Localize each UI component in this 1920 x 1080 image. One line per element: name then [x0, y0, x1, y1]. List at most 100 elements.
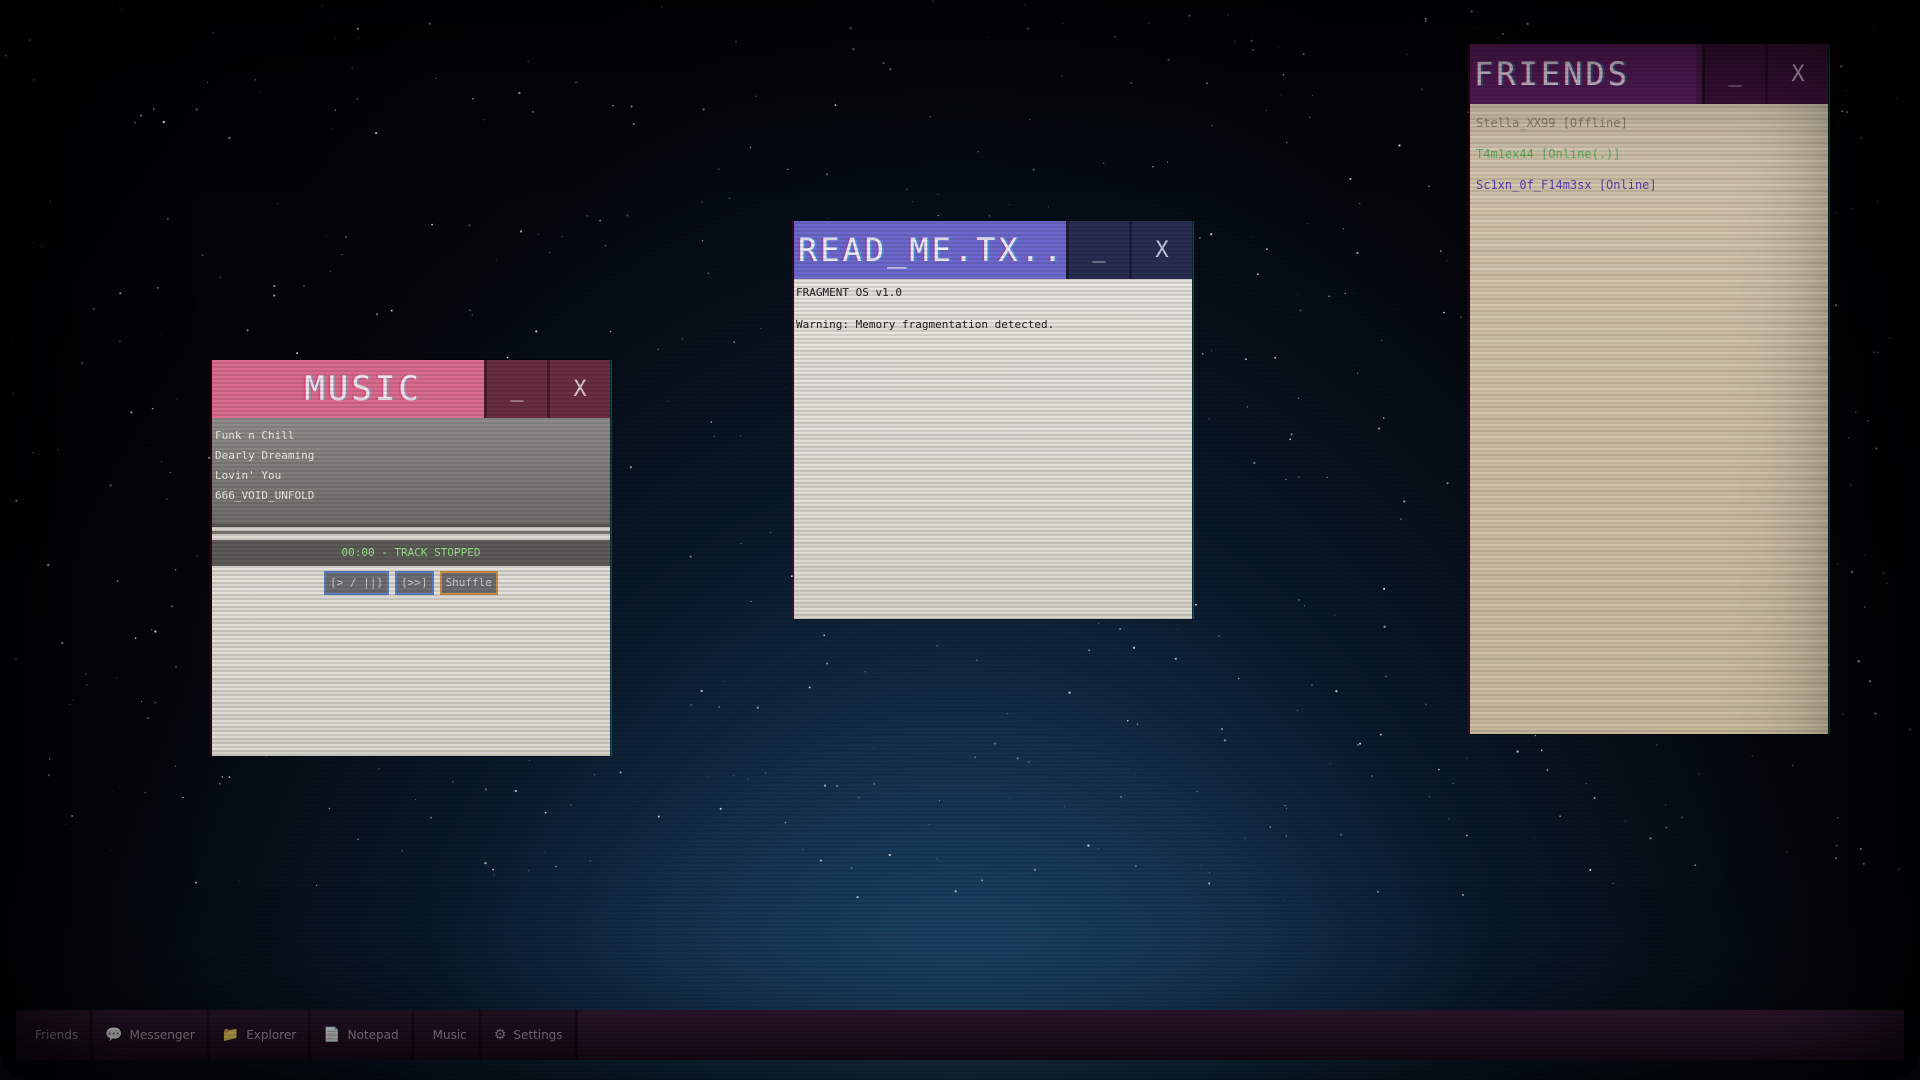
star: [1269, 826, 1272, 828]
star: [401, 849, 403, 852]
star: [72, 699, 74, 701]
friend-entry[interactable]: T4m1ex44 [Online(.)]: [1470, 143, 1828, 174]
star: [228, 136, 231, 140]
taskbar-item-label: Music: [432, 1028, 467, 1042]
star: [69, 703, 71, 705]
star: [1290, 433, 1293, 436]
star: [496, 259, 497, 260]
playback-status: 00:00 - TRACK STOPPED: [212, 540, 610, 566]
star: [1303, 369, 1305, 371]
playlist-track[interactable]: 666_VOID_UNFOLD: [212, 486, 610, 506]
star: [167, 218, 169, 220]
star: [1385, 675, 1387, 677]
star: [728, 197, 731, 200]
star: [415, 799, 417, 800]
star: [330, 128, 332, 130]
star: [1848, 437, 1850, 439]
star: [1237, 677, 1240, 680]
taskbar-item-music[interactable]: Music: [413, 1010, 482, 1060]
star: [555, 865, 557, 868]
star: [756, 706, 759, 709]
taskbar-item-messenger[interactable]: 💬 Messenger: [93, 1010, 210, 1060]
star: [375, 313, 379, 316]
star: [1680, 816, 1684, 819]
friend-entry[interactable]: Stella_XX99 [Offline]: [1470, 112, 1828, 143]
music-window: MUSIC _ X Funk n Chill Dearly Dreaming L…: [212, 360, 610, 756]
star: [929, 116, 932, 118]
star: [784, 821, 787, 824]
star: [81, 362, 83, 364]
star: [1698, 773, 1700, 775]
close-button[interactable]: X: [547, 360, 610, 418]
taskbar-item-friends[interactable]: Friends: [16, 1010, 94, 1060]
star: [1424, 17, 1427, 20]
star: [33, 79, 35, 81]
star: [1310, 684, 1313, 687]
taskbar-item-notepad[interactable]: 📄 Notepad: [311, 1010, 414, 1060]
star: [246, 329, 249, 331]
music-titlebar[interactable]: MUSIC _ X: [212, 360, 610, 418]
star: [144, 792, 146, 794]
star: [576, 81, 578, 83]
star: [1465, 265, 1467, 267]
star: [484, 788, 488, 791]
star: [15, 499, 18, 502]
friends-titlebar[interactable]: FRIENDS _ X: [1470, 44, 1828, 104]
star: [1874, 712, 1877, 715]
playlist-track[interactable]: Dearly Dreaming: [212, 446, 610, 466]
close-button[interactable]: X: [1129, 221, 1192, 279]
star: [121, 9, 124, 12]
readme-titlebar[interactable]: READ_ME.TX... _ X: [794, 221, 1192, 279]
star: [1862, 862, 1865, 865]
star: [431, 223, 433, 226]
next-track-button[interactable]: [>>]: [395, 571, 434, 595]
star: [802, 849, 804, 851]
star: [1132, 646, 1136, 649]
star: [81, 710, 82, 712]
star: [937, 214, 939, 217]
minimize-button[interactable]: _: [1066, 221, 1129, 279]
star: [1210, 233, 1213, 236]
playlist-track[interactable]: Lovin' You: [212, 466, 610, 486]
star: [856, 896, 859, 899]
star: [1424, 703, 1427, 706]
star: [574, 81, 577, 84]
star: [1028, 118, 1031, 121]
star: [784, 386, 786, 388]
minimize-button[interactable]: _: [484, 360, 547, 418]
star: [808, 686, 811, 689]
star: [1424, 20, 1427, 23]
taskbar-item-settings[interactable]: ⚙ Settings: [481, 1010, 578, 1060]
star: [201, 254, 204, 257]
playlist-track[interactable]: Funk n Chill: [212, 426, 610, 446]
star: [48, 758, 51, 760]
star: [1167, 58, 1170, 61]
star: [988, 214, 991, 217]
star: [1285, 807, 1288, 809]
readme-text-area[interactable]: FRAGMENT OS v1.0 Warning: Memory fragmen…: [794, 279, 1192, 619]
taskbar-item-explorer[interactable]: 📁 Explorer: [209, 1010, 312, 1060]
shuffle-button[interactable]: Shuffle: [439, 571, 498, 595]
star: [1868, 680, 1871, 683]
star: [351, 66, 353, 69]
minimize-button[interactable]: _: [1702, 44, 1765, 104]
readme-window: READ_ME.TX... _ X FRAGMENT OS v1.0 Warni…: [794, 221, 1192, 619]
friend-entry[interactable]: Sc1xn_0f_F14m3sx [Online]: [1470, 174, 1828, 205]
close-button[interactable]: X: [1765, 44, 1828, 104]
star: [1329, 763, 1331, 764]
star: [906, 188, 909, 191]
star: [1850, 484, 1852, 486]
star: [1208, 418, 1210, 420]
star: [356, 27, 360, 30]
star: [134, 637, 137, 639]
star: [888, 853, 891, 857]
star: [1859, 847, 1862, 851]
star: [458, 75, 460, 77]
play-pause-button[interactable]: [> / ||]: [324, 571, 390, 595]
playlist: Funk n Chill Dearly Dreaming Lovin' You …: [212, 418, 610, 527]
star: [150, 628, 153, 631]
star: [1559, 815, 1561, 818]
star: [375, 132, 378, 135]
star: [1854, 411, 1857, 414]
star: [47, 563, 50, 567]
